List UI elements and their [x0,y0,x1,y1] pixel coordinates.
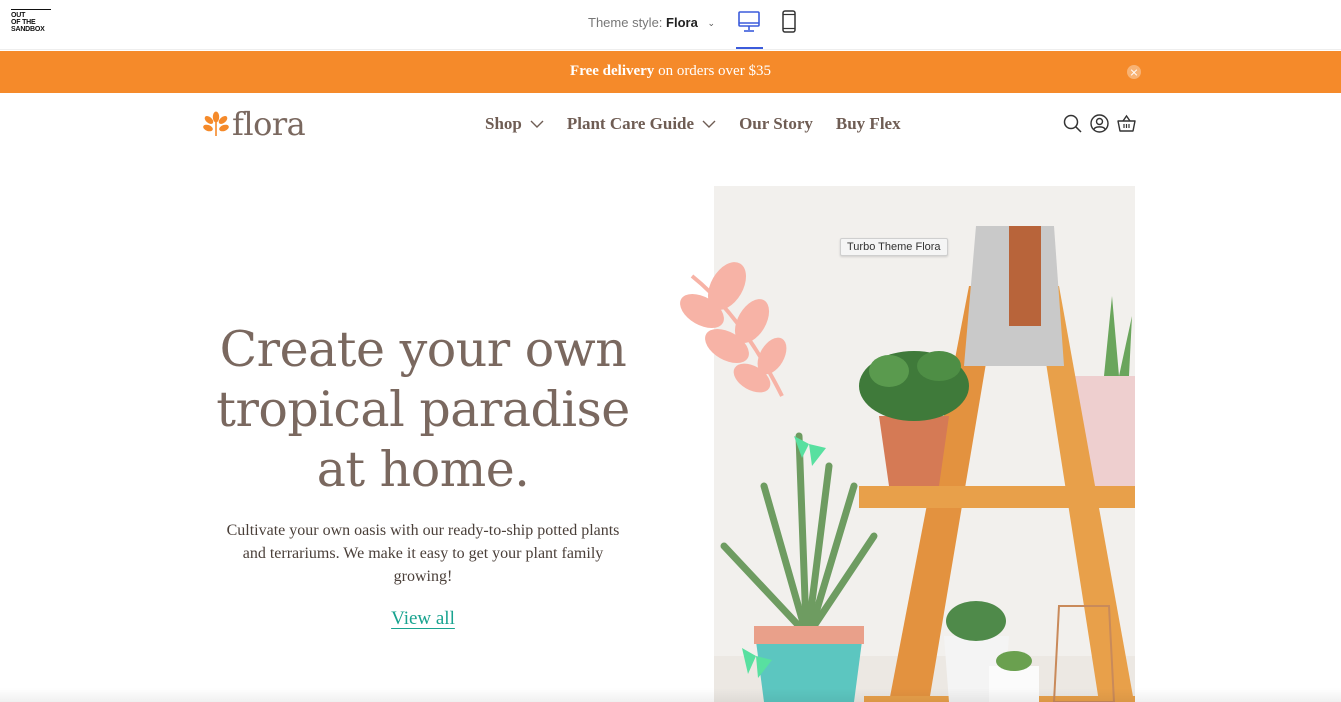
image-tooltip: Turbo Theme Flora [840,238,948,256]
mobile-preview-button[interactable] [777,10,803,34]
logo-text: OUT OF THE SANDBOX [11,12,45,33]
announcement-bar: Free delivery on orders over $35 [0,51,1341,93]
nav-item-label: Shop [485,114,522,133]
hero-content: Create your own tropical paradise at hom… [200,320,646,630]
announcement-text: on orders over $35 [654,63,771,79]
desktop-icon [738,11,760,32]
page-fold-shadow [0,688,1341,702]
search-icon[interactable] [1063,114,1082,133]
mobile-icon [782,10,796,33]
nav-item-buy-flex[interactable]: Buy Flex [836,114,901,134]
view-all-link[interactable]: View all [391,608,455,630]
out-of-the-sandbox-logo[interactable]: OUT OF THE SANDBOX [11,9,53,37]
theme-style-label: Theme style: [588,15,663,30]
account-icon[interactable] [1090,114,1109,133]
nav-item-label: Our Story [739,114,813,133]
desktop-preview-button[interactable] [736,10,762,34]
selected-device-indicator [736,47,763,49]
cart-icon[interactable] [1117,114,1136,133]
nav-item-label: Buy Flex [835,114,901,133]
close-icon[interactable] [1127,65,1141,79]
preview-toolbar: OUT OF THE SANDBOX Theme style: Flora ⌄ [0,0,1341,50]
theme-style-selector[interactable]: Theme style: Flora ⌄ [588,15,715,30]
nav-item-plant-care-guide[interactable]: Plant Care Guide [567,114,716,134]
logo-rule [11,9,51,10]
nav-item-our-story[interactable]: Our Story [739,114,813,134]
hero-subtext: Cultivate your own oasis with our ready-… [226,522,620,585]
hero-headline: Create your own tropical paradise at hom… [216,321,630,498]
chevron-down-icon [530,120,544,128]
announcement-bold-text: Free delivery [570,63,655,79]
nav-item-label: Plant Care Guide [566,114,695,133]
chevron-down-icon [702,120,716,128]
header-icons [1063,114,1136,133]
leaf-decoration-icon [680,262,787,397]
nav-item-shop[interactable]: Shop [485,114,544,134]
chevron-down-icon: ⌄ [707,18,716,28]
logo-wordmark: flora [232,105,306,143]
theme-style-value: Flora [666,15,698,30]
leaf-icon [203,111,229,136]
site-logo[interactable]: flora [202,105,306,143]
main-navigation: Shop Plant Care Guide Our Story Buy Flex [485,114,924,134]
